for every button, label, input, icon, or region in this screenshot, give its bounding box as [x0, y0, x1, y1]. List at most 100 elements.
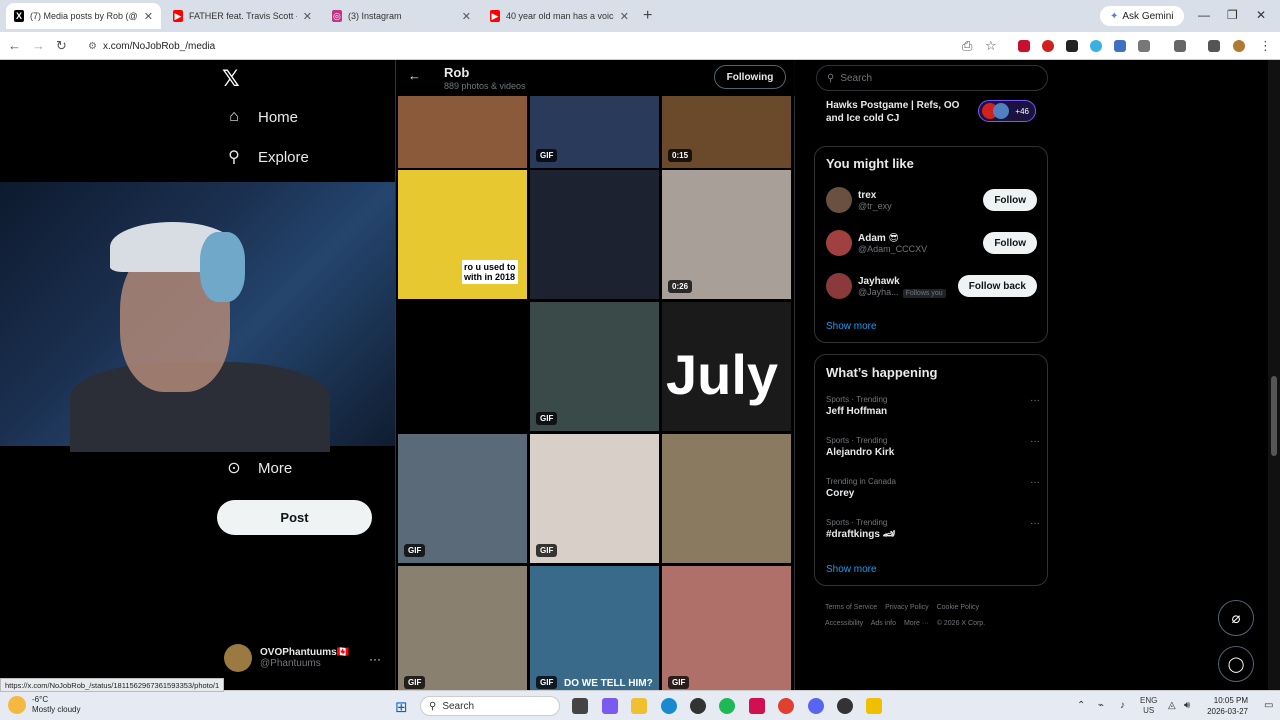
microphone-icon[interactable]: ♪ [1120, 700, 1125, 711]
maximize-icon[interactable]: ❐ [1227, 8, 1238, 22]
extension-icon[interactable] [1018, 40, 1030, 52]
x-logo-icon[interactable]: 𝕏 [222, 66, 240, 92]
tab-search-icon[interactable] [1174, 40, 1186, 52]
extension-icon[interactable] [1090, 40, 1102, 52]
grok-icon[interactable]: ⌀ [1218, 600, 1254, 636]
media-tile[interactable]: 0:15 [662, 96, 791, 168]
footer-link-cookies[interactable]: Cookie Policy [937, 604, 979, 611]
more-icon[interactable]: ··· [1030, 395, 1040, 406]
app-icon[interactable] [690, 698, 706, 714]
follow-back-button[interactable]: Follow back [957, 275, 1037, 297]
forward-arrow-icon[interactable]: → [32, 38, 45, 53]
nav-more[interactable]: ⊙ More [224, 458, 292, 478]
follow-button[interactable]: Follow [983, 189, 1037, 211]
system-clock[interactable]: 10:05 PM 2026-03-27 [1200, 695, 1248, 717]
account-more-icon[interactable]: ··· [369, 652, 381, 666]
tab-youtube-father[interactable]: ▶ FATHER feat. Travis Scott - Kanye ✕ [165, 3, 320, 29]
network-icon[interactable]: ⌁ [1098, 700, 1104, 711]
chrome-icon[interactable] [778, 698, 794, 714]
obs-icon[interactable] [837, 698, 853, 714]
live-listeners-pill[interactable]: +46 [978, 100, 1036, 122]
follow-button[interactable]: Follow [983, 232, 1037, 254]
task-view-icon[interactable] [572, 698, 588, 714]
bookmark-star-icon[interactable]: ☆ [985, 38, 997, 54]
account-switcher[interactable]: OVOPhantuums🇨🇦 @Phantuums ··· [224, 644, 389, 672]
scrollbar-thumb[interactable] [1271, 376, 1277, 456]
volume-icon[interactable]: 🔊︎ [1184, 700, 1190, 711]
discord-icon[interactable] [808, 698, 824, 714]
close-icon[interactable]: ✕ [620, 10, 629, 23]
nav-explore[interactable]: ⚲ Explore [224, 147, 309, 167]
media-tile[interactable]: GIF [662, 566, 791, 690]
show-more-link[interactable]: Show more [826, 321, 877, 332]
more-icon[interactable]: ··· [1030, 518, 1040, 529]
edge-icon[interactable] [661, 698, 677, 714]
new-tab-button[interactable]: + [643, 7, 652, 25]
site-info-icon[interactable]: ⚙ [88, 41, 97, 52]
live-space-card[interactable]: Hawks Postgame | Refs, OO and Ice cold C… [814, 96, 1048, 140]
browser-menu-icon[interactable]: ⋮ [1259, 38, 1272, 54]
footer-link-terms[interactable]: Terms of Service [825, 604, 877, 611]
extension-icon[interactable] [1066, 40, 1078, 52]
file-explorer-icon[interactable] [631, 698, 647, 714]
media-tile[interactable]: DO WE TELL HIM? GIF [530, 566, 659, 690]
tab-x-media[interactable]: X (7) Media posts by Rob (@NoJobRob) ✕ [6, 3, 161, 29]
window-close-icon[interactable]: ✕ [1256, 8, 1266, 22]
post-button[interactable]: Post [217, 500, 372, 535]
media-tile[interactable]: July 2 [662, 302, 791, 431]
nav-home[interactable]: ⌂ Home [224, 108, 298, 126]
close-icon[interactable]: ✕ [144, 10, 153, 23]
search-input[interactable]: ⚲ Search [816, 65, 1048, 91]
extension-icon[interactable] [1114, 40, 1126, 52]
following-button[interactable]: Following [714, 65, 786, 89]
suggested-user[interactable]: trex @tr_exy [826, 187, 892, 213]
tab-instagram[interactable]: ◎ (3) Instagram ✕ [324, 3, 479, 29]
network-wifi-icon[interactable]: ◬ [1168, 700, 1176, 711]
back-arrow-icon[interactable]: ← [8, 38, 21, 53]
trend-item[interactable]: Sports · Trending Alejandro Kirk ··· [826, 436, 1040, 458]
media-tile[interactable]: GIF [398, 566, 527, 690]
media-tile[interactable]: GIF [530, 302, 659, 431]
warning-icon[interactable] [866, 698, 882, 714]
more-icon[interactable]: ··· [1030, 436, 1040, 447]
ask-gemini-button[interactable]: ✦ Ask Gemini [1100, 6, 1184, 26]
windows-start-icon[interactable]: ⊞ [395, 698, 408, 716]
suggested-user[interactable]: Jayhawk @Jayha... Follows you [826, 273, 946, 299]
minimize-icon[interactable]: — [1198, 8, 1210, 22]
trend-item[interactable]: Trending in Canada Corey ··· [826, 477, 1040, 499]
footer-link-privacy[interactable]: Privacy Policy [885, 604, 929, 611]
url-field[interactable]: ⚙ x.com/NoJobRob_/media [80, 35, 980, 57]
media-tile[interactable]: GIF [530, 434, 659, 563]
footer-link-more[interactable]: More ··· [904, 620, 929, 627]
media-tile[interactable] [398, 96, 527, 168]
extensions-puzzle-icon[interactable] [1138, 40, 1150, 52]
tab-youtube-voice[interactable]: ▶ 40 year old man has a voice CRACK ✕ [482, 3, 637, 29]
show-more-link[interactable]: Show more [826, 564, 877, 575]
media-tile[interactable] [662, 434, 791, 563]
trend-item[interactable]: Sports · Trending Jeff Hoffman ··· [826, 395, 1040, 417]
extension-icon[interactable] [1042, 40, 1054, 52]
media-tile[interactable] [530, 170, 659, 299]
weather-widget[interactable]: -6°C Mostly cloudy [8, 695, 80, 715]
trend-item[interactable]: Sports · Trending #draftkings 🏎 ··· [826, 518, 1040, 540]
spotify-icon[interactable] [719, 698, 735, 714]
back-arrow-icon[interactable]: ← [408, 68, 421, 83]
media-tile[interactable]: GIF [398, 434, 527, 563]
language-indicator[interactable]: ENG US [1140, 696, 1157, 716]
install-app-icon[interactable]: ⎙ [962, 38, 972, 54]
close-icon[interactable]: ✕ [303, 10, 312, 23]
copilot-icon[interactable] [602, 698, 618, 714]
media-tile[interactable]: 0:26 [662, 170, 791, 299]
footer-link-ads-info[interactable]: Ads info [871, 620, 896, 627]
media-tile[interactable]: ro u used to with in 2018 [398, 170, 527, 299]
app-icon[interactable] [749, 698, 765, 714]
taskbar-search[interactable]: ⚲ Search [420, 696, 560, 716]
notifications-icon[interactable]: ▭ [1264, 700, 1273, 711]
profile-avatar[interactable] [1233, 40, 1245, 52]
media-tile[interactable]: GIF [530, 96, 659, 168]
page-scrollbar[interactable] [1268, 60, 1280, 690]
more-icon[interactable]: ··· [1030, 477, 1040, 488]
messages-icon[interactable]: ◯ [1218, 646, 1254, 682]
reading-list-icon[interactable] [1208, 40, 1220, 52]
tray-chevron-icon[interactable]: ⌃ [1077, 700, 1085, 711]
